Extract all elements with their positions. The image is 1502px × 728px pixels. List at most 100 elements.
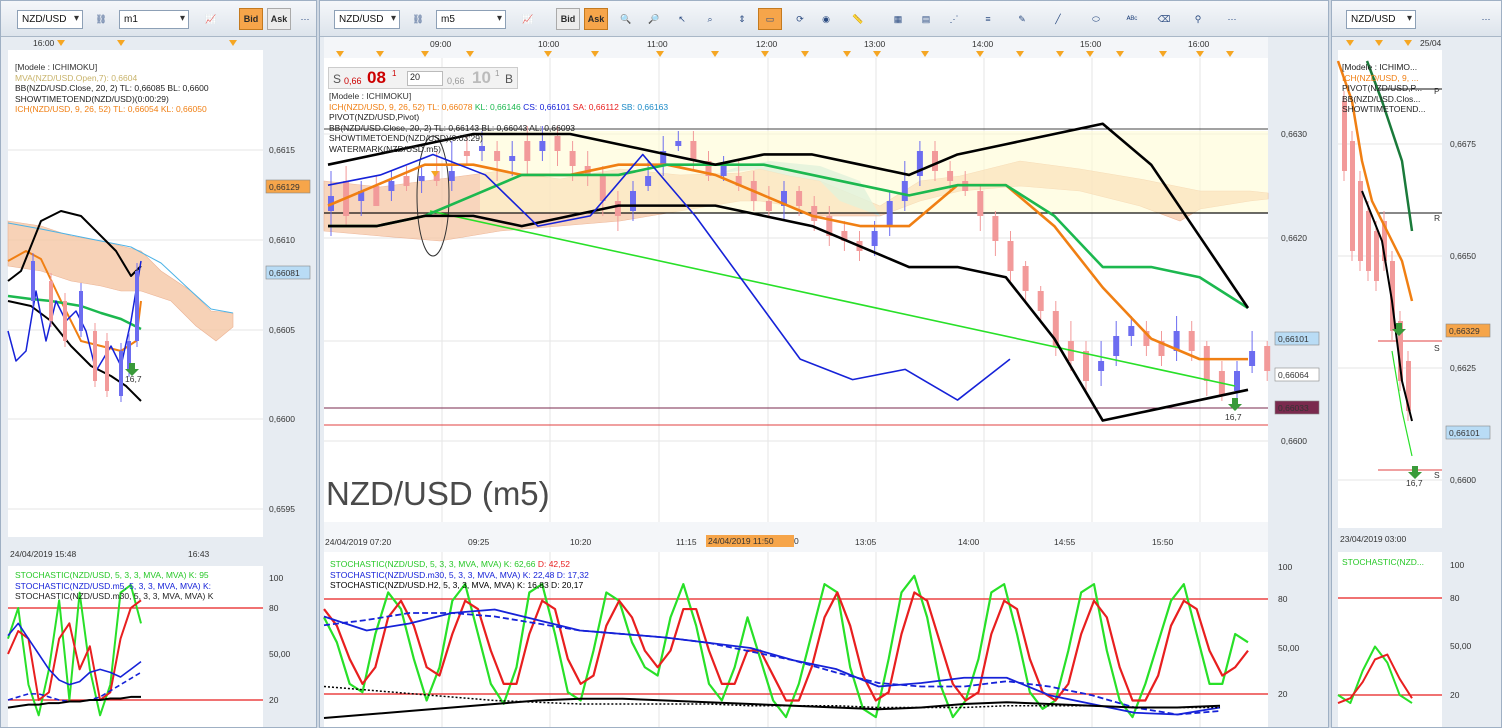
center-legend-line: ICH(NZD/USD, 9, 26, 52) TL: 0,66078 KL: … xyxy=(329,102,668,113)
pivot-label: R xyxy=(1434,213,1440,223)
ich-sa: SA: 0,66112 xyxy=(572,101,619,112)
left-price-tag: 0,66081 xyxy=(269,268,300,278)
left-stoch-legend: STOCHASTIC(NZD/USD, 5, 3, 3, MVA, MVA) K… xyxy=(15,570,213,602)
pivot-label: P xyxy=(1434,86,1440,96)
candle xyxy=(886,201,893,226)
bottom-time-label: 24/04/2019 07:20 xyxy=(325,537,391,547)
candle xyxy=(448,171,455,181)
bottom-time-label: 14:55 xyxy=(1054,537,1076,547)
y-tick-label: 0,6625 xyxy=(1450,363,1476,373)
top-time-label: 10:00 xyxy=(538,39,560,49)
y-tick-label: 0,6600 xyxy=(1281,436,1307,446)
trade-widget[interactable]: S 0,66 08 1 20 0,66 10 1 B xyxy=(328,67,518,89)
right-price-tag: 0,66101 xyxy=(1449,428,1480,438)
quantity-input[interactable]: 20 xyxy=(407,71,443,86)
sell-price-big[interactable]: 08 xyxy=(367,68,386,88)
candle xyxy=(871,231,878,246)
candle xyxy=(690,141,697,161)
center-legend-line: WATERMARK(NZD/USD.m5) xyxy=(329,143,441,154)
time-axis-top xyxy=(324,37,1268,58)
stoch-tick-label: 50,00 xyxy=(1278,643,1300,653)
candle xyxy=(599,176,606,201)
right-legend-line: [Modele : ICHIMO... xyxy=(1342,62,1418,72)
top-time-label: 13:00 xyxy=(864,39,886,49)
y-tick-label: 0,6595 xyxy=(269,504,295,514)
left-top-time: 16:00 xyxy=(33,38,55,48)
bottom-time-label: 15:50 xyxy=(1152,537,1174,547)
stoch-tick-label: 80 xyxy=(1278,594,1288,604)
center-legend-line: BB(NZD/USD.Close, 20, 2) TL: 0,66143 BL:… xyxy=(329,122,576,133)
candle xyxy=(1037,291,1044,311)
center-stoch-line: STOCHASTIC(NZD/USD.m30, 5, 3, 3, MVA, MV… xyxy=(330,569,589,580)
y-tick-label: 0,6605 xyxy=(269,325,295,335)
candle xyxy=(992,216,999,241)
stoch-tick-label: 80 xyxy=(269,603,279,613)
candle xyxy=(93,331,97,381)
left-legend-line: BB(NZD/USD.Close, 20, 2) TL: 0,66085 BL:… xyxy=(15,83,209,93)
stoch-tick-label: 20 xyxy=(1450,690,1460,700)
ich-kl: KL: 0,66146 xyxy=(474,101,521,112)
candle xyxy=(1128,326,1135,336)
y-tick-label: 0,6630 xyxy=(1281,129,1307,139)
buy-price-sup: 1 xyxy=(495,69,500,78)
candle xyxy=(105,341,109,391)
candle xyxy=(901,181,908,201)
y-tick-label: 0,6610 xyxy=(269,235,295,245)
price-tag: 0,66033 xyxy=(1278,403,1309,413)
candle xyxy=(720,166,727,176)
pivot-label: S xyxy=(1434,470,1440,480)
left-chart-panel: NZD/USD ⛓ m1 📈 Bid Ask ⋯ 16:000,66150,66… xyxy=(0,0,317,728)
top-time-label: 11:00 xyxy=(647,39,668,49)
event-marker xyxy=(229,40,237,46)
pivot-label: S xyxy=(1434,343,1440,353)
left-legend-line: MVA(NZD/USD.Open,7): 0,6604 xyxy=(15,72,138,83)
center-stoch-line: STOCHASTIC(NZD/USD.H2, 5, 3, 3, MVA, MVA… xyxy=(330,580,584,590)
stoch-k: STOCHASTIC(NZD/USD, 5, 3, 3, MVA, MVA) K… xyxy=(330,559,536,569)
buy-price-big[interactable]: 10 xyxy=(472,68,491,88)
candle xyxy=(373,186,380,206)
candle xyxy=(932,151,938,171)
right-bottom-time: 23/04/2019 03:00 xyxy=(1340,534,1406,544)
event-marker xyxy=(57,40,65,46)
bottom-time-label: 09:25 xyxy=(468,537,490,547)
top-time-label: 12:00 xyxy=(756,39,778,49)
stoch-tick-label: 80 xyxy=(1450,593,1460,603)
right-legend-line: SHOWTIMETOEND... xyxy=(1342,104,1426,114)
candle xyxy=(811,206,818,221)
center-legend: [Modele : ICHIMOKU] ICH(NZD/USD, 9, 26, … xyxy=(329,91,668,154)
y-tick-label: 0,6600 xyxy=(1450,475,1476,485)
bottom-time-label: 13:05 xyxy=(855,537,877,547)
stoch-tick-label: 100 xyxy=(1278,562,1292,572)
center-chart-panel: NZD/USD ⛓ m5 📈 Bid Ask 🔍 🔎 ↖ ⌕ ⇕ ▭ ⟳ ◉ 📏… xyxy=(319,0,1329,728)
candle xyxy=(1098,361,1105,371)
candle xyxy=(31,261,35,301)
y-tick-label: 0,6615 xyxy=(269,145,295,155)
candle xyxy=(614,201,621,216)
sell-label[interactable]: S xyxy=(333,72,341,86)
right-stoch-legend: STOCHASTIC(NZD... xyxy=(1342,557,1425,567)
right-legend-line: PIVOT(NZD/USD,P... xyxy=(1342,83,1423,93)
top-time-label: 16:00 xyxy=(1188,39,1210,49)
buy-label[interactable]: B xyxy=(505,72,513,86)
candle xyxy=(1234,371,1240,391)
right-legend-line: ICH(NZD/USD, 9, ... xyxy=(1342,72,1419,83)
top-time-label: 14:00 xyxy=(972,39,994,49)
price-tag: 0,66101 xyxy=(1278,334,1309,344)
top-time-label: 15:00 xyxy=(1080,39,1102,49)
stoch-tick-label: 20 xyxy=(1278,689,1288,699)
candle xyxy=(509,156,516,161)
candle xyxy=(63,301,67,341)
right-count-label: 16,7 xyxy=(1406,478,1423,488)
y-tick-label: 0,6600 xyxy=(269,414,295,424)
candle xyxy=(1007,241,1014,271)
right-stoch-bg xyxy=(1338,552,1442,727)
right-legend-line: BB(NZD/USD.Clos... xyxy=(1342,93,1421,104)
top-time-label: 09:00 xyxy=(430,39,452,49)
y-tick-label: 0,6650 xyxy=(1450,251,1476,261)
price-tag: 0,66064 xyxy=(1278,370,1309,380)
left-legend: [Modele : ICHIMOKU] MVA(NZD/USD.Open,7):… xyxy=(15,62,209,115)
candle xyxy=(388,181,395,191)
left-price-tag: 0,66129 xyxy=(269,182,300,192)
right-chart-panel: NZD/USD ⋯ 25/040,66750,66500,66250,6600P… xyxy=(1331,0,1502,728)
center-legend-line: [Modele : ICHIMOKU] xyxy=(329,91,412,101)
